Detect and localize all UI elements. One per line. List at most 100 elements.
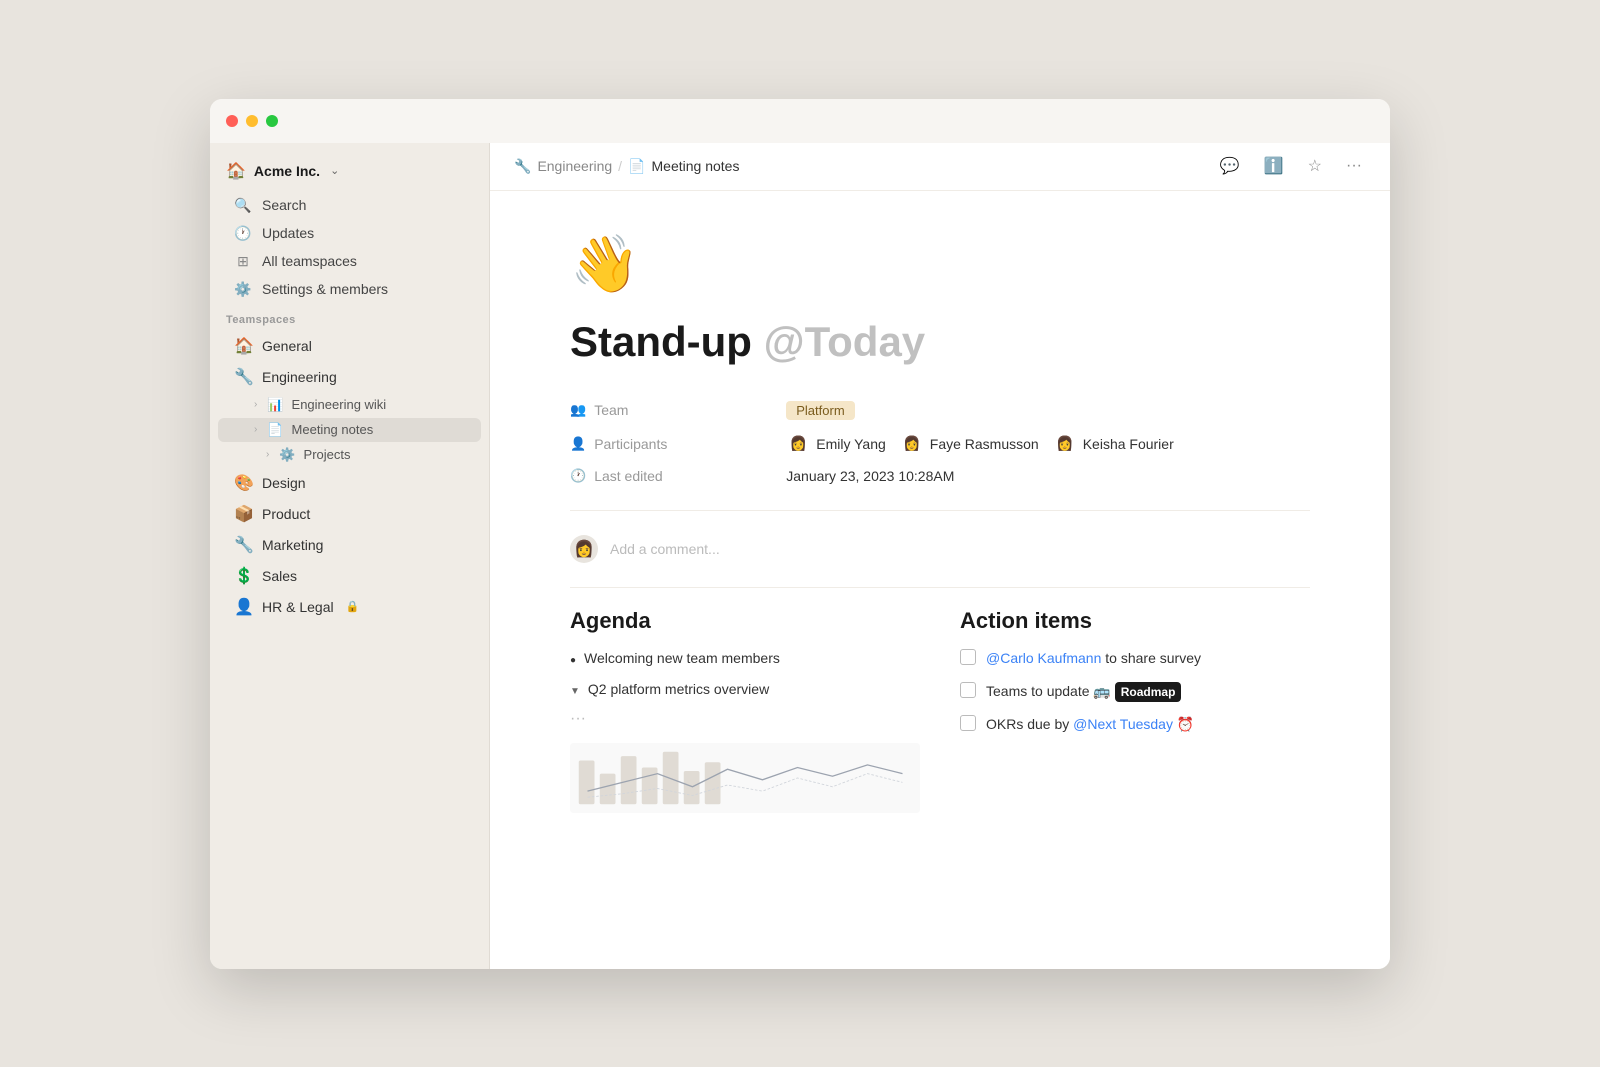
chevron-down-icon: › [254, 424, 257, 435]
sidebar-item-product[interactable]: 📦 Product [218, 499, 481, 529]
checkbox-1[interactable] [960, 649, 976, 665]
meta-row-team: 👥 Team Platform [570, 395, 1310, 426]
titlebar [210, 99, 1390, 143]
title-bold: Stand-up [570, 318, 752, 365]
info-button[interactable]: ℹ️ [1260, 152, 1288, 180]
maximize-button[interactable] [266, 115, 278, 127]
checkbox-2[interactable] [960, 682, 976, 698]
teamspaces-label: Teamspaces [210, 304, 489, 330]
lock-icon: 🔒 [346, 600, 360, 613]
sidebar-item-engineering-wiki[interactable]: › 📊 Engineering wiki [218, 393, 481, 417]
person-icon: 👤 [234, 597, 254, 617]
breadcrumb-workspace-icon: 🔧 [514, 158, 531, 175]
last-edited-label: 🕐 Last edited [570, 468, 730, 484]
sidebar: 🏠 Acme Inc. ⌄ 🔍 Search 🕐 Updates ⊞ All t… [210, 143, 490, 969]
agenda-ellipsis: ··· [570, 710, 920, 728]
workspace-chevron-icon: ⌄ [330, 164, 339, 177]
meta-table: 👥 Team Platform 👤 Participants [570, 395, 1310, 490]
divider-2 [570, 587, 1310, 588]
sidebar-item-sales[interactable]: 💲 Sales [218, 561, 481, 591]
agenda-item-2: ▼ Q2 platform metrics overview [570, 679, 920, 700]
clock-icon-meta: 🕐 [570, 468, 586, 484]
participant-name-emily: Emily Yang [816, 436, 886, 452]
action-items-list: @Carlo Kaufmann to share survey Teams to… [960, 648, 1310, 735]
sidebar-item-product-label: Product [262, 506, 310, 522]
agenda-list: ● Welcoming new team members ▼ Q2 platfo… [570, 648, 920, 700]
sidebar-item-engineering-label: Engineering [262, 369, 337, 385]
palette-icon: 🎨 [234, 473, 254, 493]
sidebar-item-hr[interactable]: 👤 HR & Legal 🔒 [218, 592, 481, 622]
meta-row-participants: 👤 Participants 👩 Emily Yang [570, 426, 1310, 462]
workspace-selector[interactable]: 🏠 Acme Inc. ⌄ [210, 155, 489, 191]
two-column-layout: Agenda ● Welcoming new team members ▼ Q2… [570, 608, 1310, 818]
checkbox-3[interactable] [960, 715, 976, 731]
close-button[interactable] [226, 115, 238, 127]
comment-button[interactable]: 💬 [1216, 152, 1244, 180]
breadcrumb-workspace: Engineering [537, 158, 612, 174]
home-icon: 🏠 [234, 336, 254, 356]
agenda-item-1-text: Welcoming new team members [584, 648, 780, 669]
sidebar-item-marketing-label: Marketing [262, 537, 323, 553]
sidebar-item-hr-label: HR & Legal [262, 599, 334, 615]
sidebar-item-meeting-notes[interactable]: › 📄 Meeting notes [218, 418, 481, 442]
sidebar-item-settings[interactable]: ⚙️ Settings & members [218, 276, 481, 303]
clock-icon: 🕐 [234, 225, 252, 242]
avatar-emily: 👩 [786, 432, 810, 456]
notes-icon: 📄 [267, 422, 283, 438]
action-item-2: Teams to update 🚌 Roadmap [960, 681, 1310, 702]
participant-1: 👩 Emily Yang [786, 432, 886, 456]
projects-chevron-icon: › [266, 449, 269, 460]
page-title: Stand-up @Today [570, 317, 1310, 367]
sidebar-item-design[interactable]: 🎨 Design [218, 468, 481, 498]
content-header: 🔧 Engineering / 📄 Meeting notes 💬 ℹ️ ☆ ·… [490, 143, 1390, 191]
chevron-right-icon: › [254, 399, 257, 410]
wrench-icon: 🔧 [234, 367, 254, 387]
roadmap-badge: Roadmap [1115, 682, 1182, 702]
minimize-button[interactable] [246, 115, 258, 127]
sidebar-item-updates[interactable]: 🕐 Updates [218, 220, 481, 247]
team-label: 👥 Team [570, 402, 730, 418]
agenda-item-1: ● Welcoming new team members [570, 648, 920, 669]
sidebar-item-marketing[interactable]: 🔧 Marketing [218, 530, 481, 560]
sidebar-item-wiki-label: Engineering wiki [292, 397, 387, 412]
content-area: 🔧 Engineering / 📄 Meeting notes 💬 ℹ️ ☆ ·… [490, 143, 1390, 969]
comment-row[interactable]: 👩 Add a comment... [570, 527, 1310, 571]
participant-name-keisha: Keisha Fourier [1083, 436, 1174, 452]
action-items-title: Action items [960, 608, 1310, 634]
sidebar-item-projects-label: Projects [304, 447, 351, 462]
avatar-faye: 👩 [900, 432, 924, 456]
avatar-keisha: 👩 [1053, 432, 1077, 456]
projects-icon: ⚙️ [279, 447, 295, 463]
participant-2: 👩 Faye Rasmusson [900, 432, 1039, 456]
workspace-name: Acme Inc. [254, 163, 320, 179]
sidebar-item-general-label: General [262, 338, 312, 354]
teams-update-text: Teams to update [986, 683, 1093, 699]
bullet-icon: ● [570, 653, 576, 668]
sidebar-item-teamspaces[interactable]: ⊞ All teamspaces [218, 248, 481, 275]
sidebar-item-settings-label: Settings & members [262, 281, 388, 297]
action-item-1: @Carlo Kaufmann to share survey [960, 648, 1310, 669]
breadcrumb-separator: / [618, 158, 622, 174]
sidebar-item-search[interactable]: 🔍 Search [218, 192, 481, 219]
mention-next-tuesday[interactable]: @Next Tuesday [1073, 716, 1173, 732]
participants-list: 👩 Emily Yang 👩 Faye Rasmusson 👩 Keisha [786, 432, 1310, 456]
team-tag[interactable]: Platform [786, 401, 854, 420]
sidebar-item-projects[interactable]: › ⚙️ Projects [218, 443, 481, 467]
star-button[interactable]: ☆ [1304, 152, 1326, 180]
content-body: 👋 Stand-up @Today 👥 Team [490, 191, 1390, 969]
more-button[interactable]: ··· [1342, 153, 1366, 179]
participant-name-faye: Faye Rasmusson [930, 436, 1039, 452]
team-value-cell: Platform [786, 395, 1310, 426]
sidebar-item-search-label: Search [262, 197, 306, 213]
clock-emoji: ⏰ [1177, 716, 1194, 732]
grid-icon: ⊞ [234, 253, 252, 270]
comment-placeholder: Add a comment... [610, 541, 720, 557]
marketing-icon: 🔧 [234, 535, 254, 555]
sidebar-item-general[interactable]: 🏠 General [218, 331, 481, 361]
mention-carlo[interactable]: @Carlo Kaufmann [986, 650, 1101, 666]
page-emoji: 👋 [570, 231, 1310, 297]
action-item-1-suffix: to share survey [1105, 650, 1201, 666]
sidebar-item-engineering[interactable]: 🔧 Engineering [218, 362, 481, 392]
wiki-icon: 📊 [267, 397, 283, 413]
action-item-1-text: @Carlo Kaufmann to share survey [986, 648, 1201, 669]
